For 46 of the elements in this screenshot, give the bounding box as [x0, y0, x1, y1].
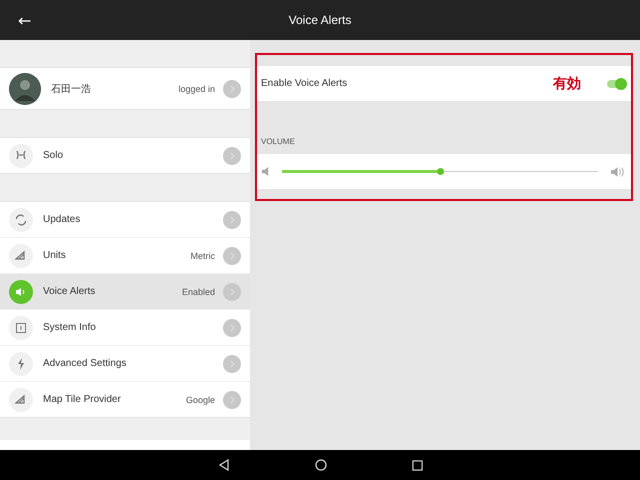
menu-label: Map Tile Provider [43, 394, 122, 405]
back-nav-icon[interactable] [218, 459, 230, 471]
avatar [9, 72, 41, 104]
chevron-icon [223, 246, 241, 264]
menu-label: Updates [43, 214, 82, 225]
menu-item[interactable]: Map Tile Provider Google [0, 382, 250, 417]
window-title: Voice Alerts [288, 13, 352, 27]
menu-label: Solo [43, 150, 64, 161]
chevron-icon [223, 318, 241, 336]
chevron-icon [223, 354, 241, 372]
solo-icon [9, 144, 33, 168]
info-icon [9, 316, 33, 340]
updates-icon [9, 208, 33, 232]
menu-label: Units [43, 250, 67, 261]
profile-row[interactable]: 石田一浩 logged in [0, 68, 250, 109]
chevron-icon [223, 210, 241, 228]
units-icon [9, 244, 33, 268]
annotation-text: 有効 [553, 74, 581, 92]
chevron-icon [223, 80, 241, 98]
advanced-icon [9, 352, 33, 376]
menu-item[interactable]: System Info [0, 310, 250, 346]
menu-label: System Info [43, 322, 97, 333]
menu-item[interactable]: Solo [0, 138, 250, 173]
speaker-low-icon [261, 166, 270, 177]
menu-item[interactable]: Voice Alerts Enabled [0, 274, 250, 310]
voice-icon [9, 280, 33, 304]
setting-label: Enable Voice Alerts [261, 78, 348, 89]
home-icon[interactable] [314, 459, 326, 471]
chevron-icon [223, 282, 241, 300]
section-label: VOLUME [260, 136, 296, 148]
menu-label: Voice Alerts [43, 286, 96, 297]
menu-label: Advanced Settings [43, 358, 128, 369]
menu-value: Enabled [182, 286, 215, 296]
menu-value: Google [186, 394, 215, 404]
recents-icon[interactable] [412, 460, 422, 470]
map-icon [9, 388, 33, 412]
menu-item[interactable]: Updates [0, 202, 250, 238]
menu-item[interactable]: Advanced Settings [0, 346, 250, 382]
slider-thumb[interactable] [437, 168, 444, 175]
back-button[interactable]: ← [14, 10, 36, 30]
menu-value: Metric [190, 250, 215, 260]
user-name: 石田一浩 [51, 82, 92, 96]
chevron-icon [223, 146, 241, 164]
login-status: logged in [178, 84, 215, 94]
toggle-switch[interactable] [607, 76, 627, 90]
chevron-icon [223, 390, 241, 408]
